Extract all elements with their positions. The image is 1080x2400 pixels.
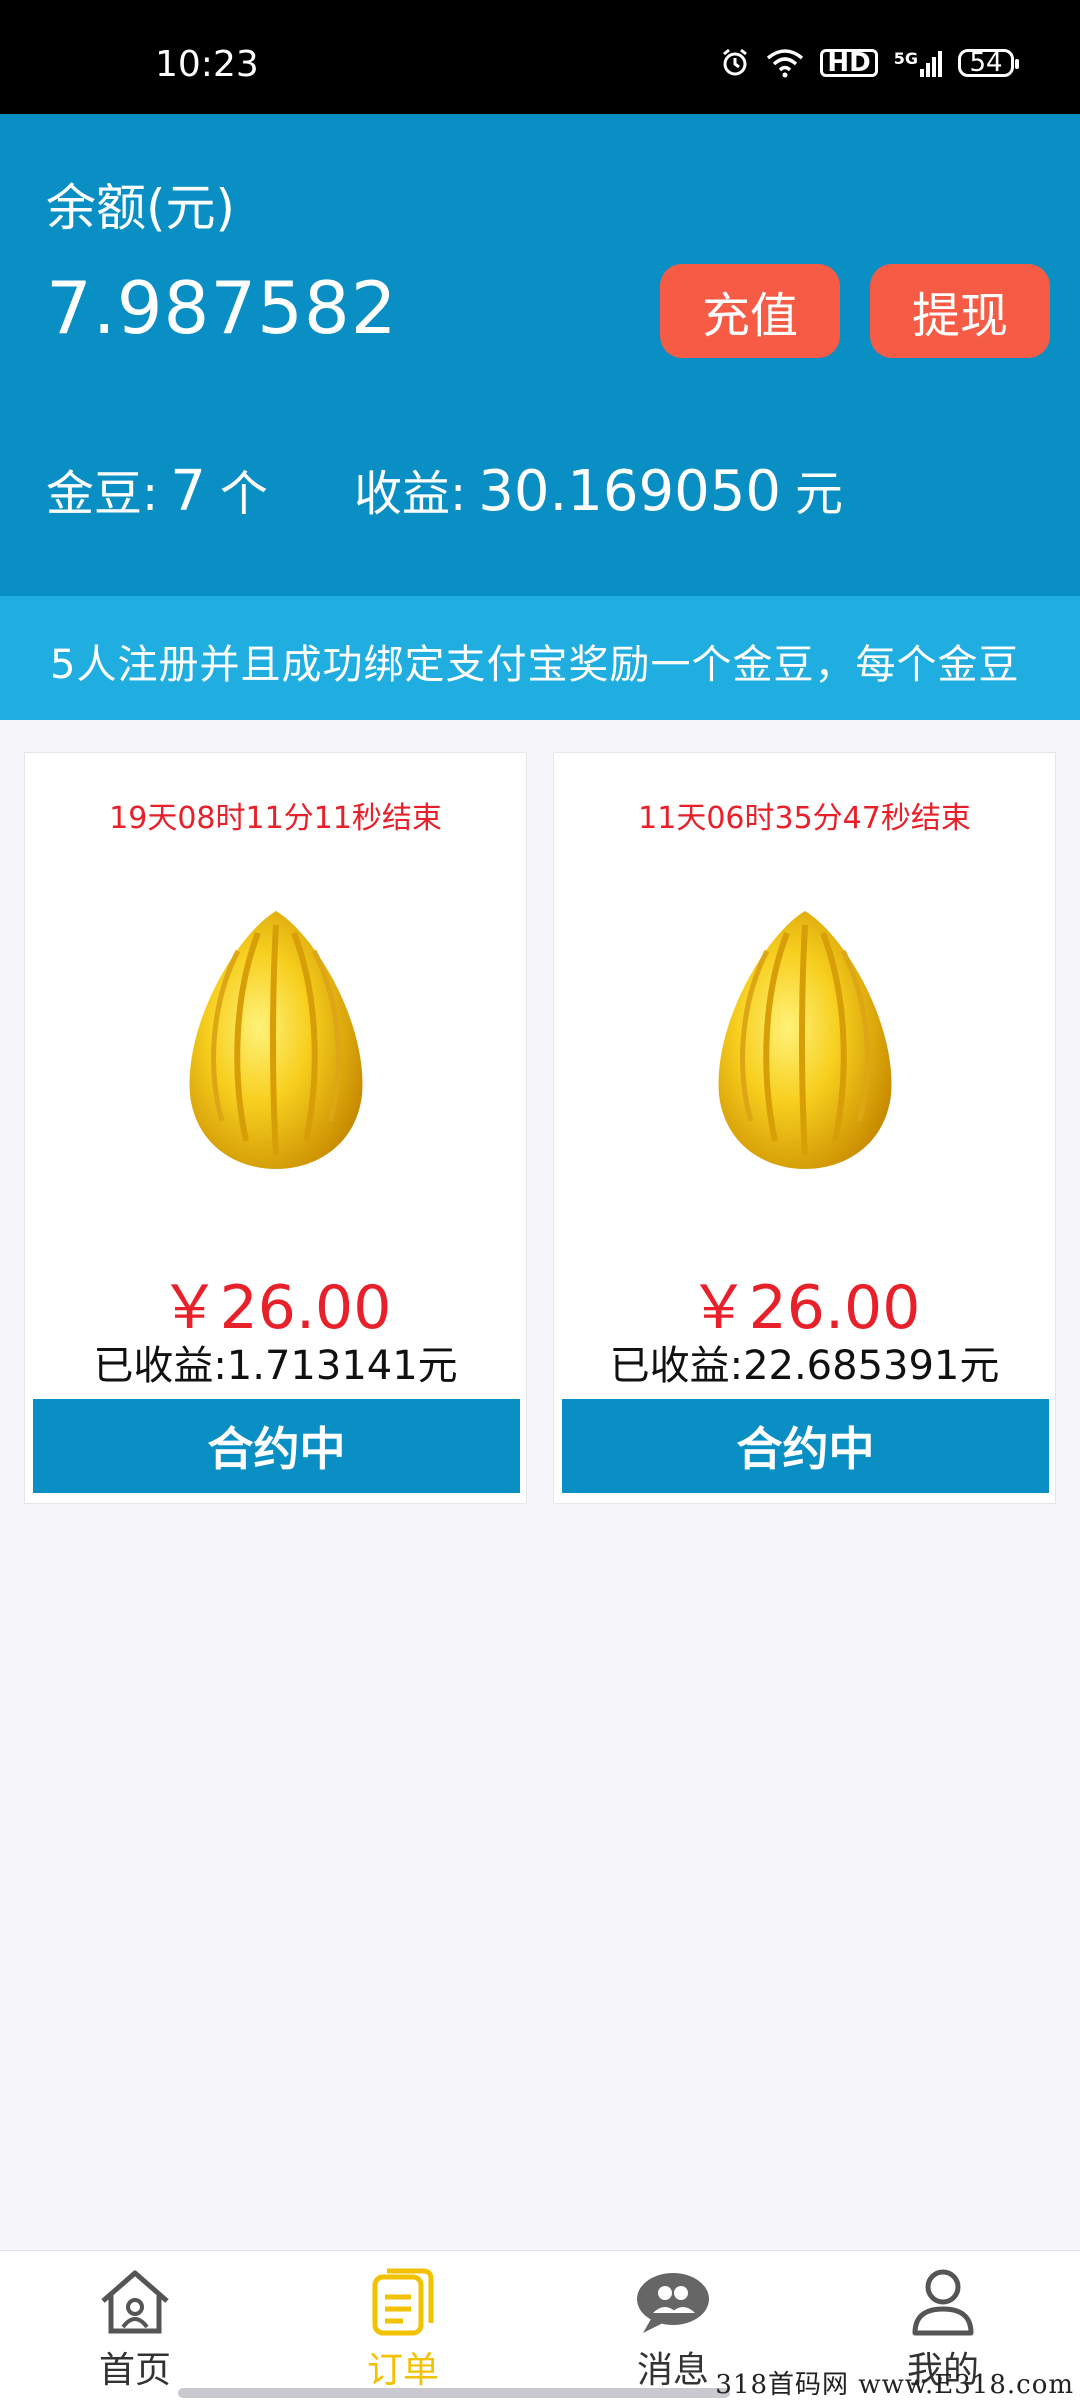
site-watermark: 318首码网 www.E318.com xyxy=(715,2370,1074,2400)
gold-beans-label: 金豆: xyxy=(46,466,159,522)
messages-icon xyxy=(633,2265,713,2339)
status-icons: HD 5G 54 xyxy=(720,48,1019,78)
countdown-timer: 11天06时35分47秒结束 xyxy=(638,801,971,836)
wifi-icon xyxy=(766,48,804,78)
gold-bean-image xyxy=(554,905,1055,1185)
withdraw-button[interactable]: 提现 xyxy=(870,264,1050,358)
nav-label-messages: 消息 xyxy=(636,2350,709,2391)
balance-value: 7.987582 xyxy=(46,266,398,350)
notice-banner: 5人注册并且成功绑定支付宝奖励一个金豆，每个金豆 xyxy=(0,596,1080,720)
hd-icon: HD xyxy=(820,49,878,77)
account-summary: 余额(元) 7.987582 充值 提现 金豆: 7 个 收益: 30.1690… xyxy=(0,114,1080,596)
app-screen: 10:23 HD 5G 54 余额(元) 7.987582 充值 提现 金豆: … xyxy=(0,0,1080,2400)
notice-text: 5人注册并且成功绑定支付宝奖励一个金豆，每个金豆 xyxy=(50,642,1020,688)
gold-beans-count: 7 xyxy=(170,459,206,524)
balance-label: 余额(元) xyxy=(46,179,236,237)
contract-status-button[interactable]: 合约中 xyxy=(562,1399,1049,1493)
earned-amount: 已收益:22.685391元 xyxy=(609,1343,1000,1389)
nav-label-orders: 订单 xyxy=(366,2350,439,2391)
alarm-icon xyxy=(720,48,750,78)
nav-label-home: 首页 xyxy=(98,2350,171,2391)
income-value: 30.169050 xyxy=(478,459,782,524)
gold-beans-unit: 个 xyxy=(219,466,268,522)
product-card[interactable]: 11天06时35分47秒结束 ￥26.00 已收益:22.685391元 合约中 xyxy=(553,752,1056,1504)
status-time: 10:23 xyxy=(155,44,259,85)
income-unit: 元 xyxy=(795,466,844,522)
nav-item-orders[interactable]: 订单 xyxy=(268,2251,538,2400)
nav-item-home[interactable]: 首页 xyxy=(0,2251,270,2400)
product-card[interactable]: 19天08时11分11秒结束 ￥26.00 已收益:1.713141元 合约中 xyxy=(24,752,527,1504)
earned-amount: 已收益:1.713141元 xyxy=(93,1343,458,1389)
network-type-label: 5G xyxy=(893,49,918,68)
user-icon xyxy=(903,2265,983,2339)
income-label: 收益: xyxy=(354,466,467,522)
status-bar: 10:23 HD 5G 54 xyxy=(0,0,1080,114)
contract-status-button[interactable]: 合约中 xyxy=(33,1399,520,1493)
home-indicator[interactable] xyxy=(178,2388,730,2398)
gold-bean-image xyxy=(25,905,526,1185)
battery-indicator: 54 xyxy=(958,49,1019,77)
recharge-button[interactable]: 充值 xyxy=(660,264,840,358)
signal-5g-icon: 5G xyxy=(894,49,942,77)
countdown-timer: 19天08时11分11秒结束 xyxy=(109,801,442,836)
gold-beans-stat: 金豆: 7 个 xyxy=(46,454,268,524)
home-icon xyxy=(95,2265,175,2339)
orders-icon xyxy=(363,2265,443,2339)
income-stat: 收益: 30.169050 元 xyxy=(354,454,843,524)
